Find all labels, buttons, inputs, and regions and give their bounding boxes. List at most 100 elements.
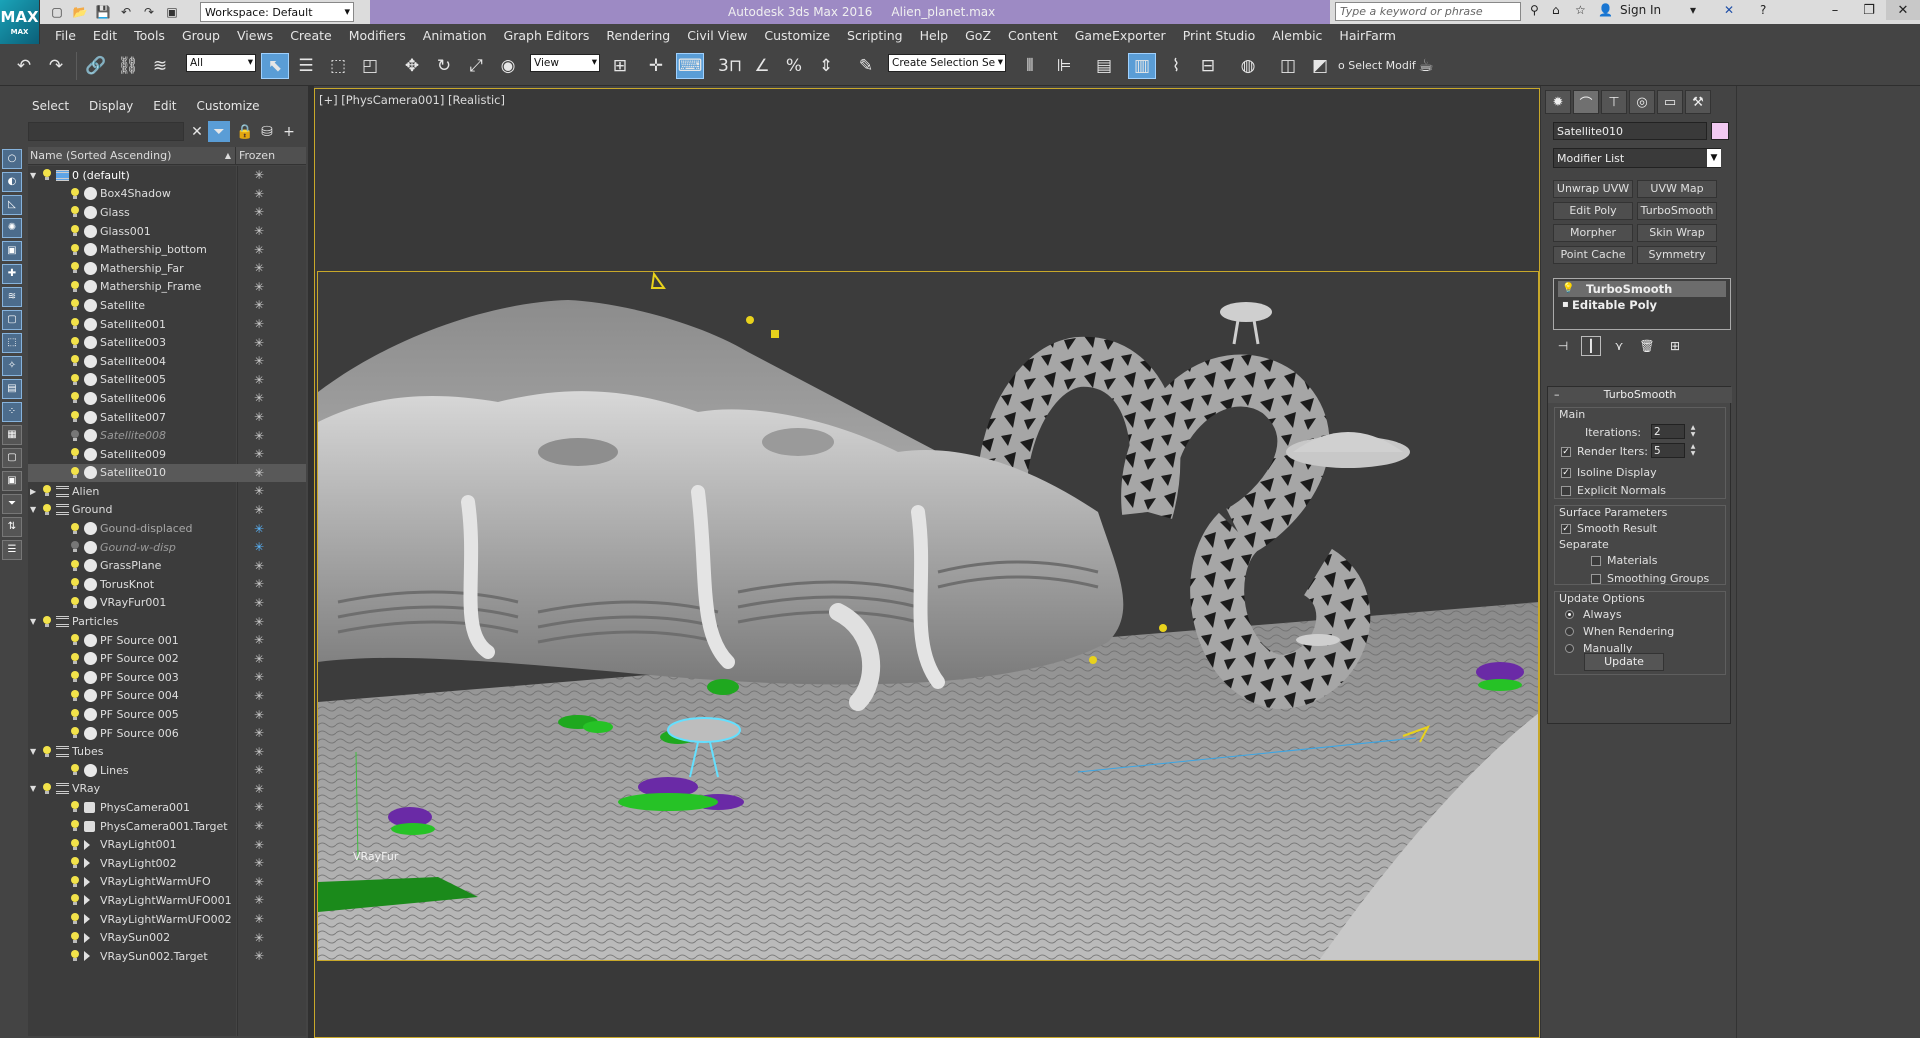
display-frozen-icon[interactable]: ▦ <box>2 425 22 445</box>
window-crossing-icon[interactable]: ◰ <box>356 53 384 79</box>
menu-scripting[interactable]: Scripting <box>847 28 903 43</box>
bulb-icon[interactable]: 💡 <box>1562 283 1574 294</box>
visibility-bulb-icon[interactable] <box>70 355 80 367</box>
freeze-toggle-icon[interactable]: ✳ <box>254 689 264 703</box>
visibility-bulb-icon[interactable] <box>70 671 80 683</box>
viewport[interactable]: [+] [PhysCamera001] [Realistic] VRayFur <box>314 88 1540 1038</box>
utilities-tab-icon[interactable]: ⚒ <box>1685 90 1711 114</box>
expand-icon[interactable]: ▪ <box>1562 299 1569 310</box>
display-geometry-icon[interactable]: ◐ <box>2 172 22 192</box>
collapse-icon[interactable]: ▼ <box>30 747 40 756</box>
object-row[interactable]: VRayLightWarmUFO001 ✳ <box>28 891 306 910</box>
expand-icon[interactable]: ▶ <box>30 487 40 496</box>
redo-icon[interactable]: ↷ <box>42 53 70 79</box>
spinner-snap-icon[interactable]: ⇕ <box>812 53 840 79</box>
object-row[interactable]: PhysCamera001 ✳ <box>28 798 306 817</box>
menu-edit[interactable]: Edit <box>93 28 117 43</box>
render-teapot-icon[interactable]: ☕ <box>1412 53 1440 79</box>
toggle-scene-explorer-icon[interactable]: ▤ <box>1090 53 1118 79</box>
visibility-bulb-icon[interactable] <box>42 485 52 497</box>
freeze-toggle-icon[interactable]: ✳ <box>254 503 264 517</box>
toggle-layer-explorer-icon[interactable]: ▥ <box>1128 53 1156 79</box>
freeze-toggle-icon[interactable]: ✳ <box>254 168 264 182</box>
select-by-name-icon[interactable]: ☰ <box>292 53 320 79</box>
explorer-menu-display[interactable]: Display <box>89 99 133 113</box>
visibility-bulb-icon[interactable] <box>70 299 80 311</box>
configure-modifier-sets-icon[interactable]: ⊞ <box>1665 336 1685 356</box>
manually-radio[interactable] <box>1565 644 1574 653</box>
layer-row[interactable]: ▼ Particles ✳ <box>28 612 306 631</box>
visibility-bulb-icon[interactable] <box>70 187 80 200</box>
isoline-display-checkbox[interactable]: ✓ <box>1561 468 1571 478</box>
object-row[interactable]: GrassPlane ✳ <box>28 556 306 575</box>
remove-modifier-icon[interactable]: 🗑 <box>1637 336 1657 356</box>
visibility-bulb-icon[interactable] <box>70 634 80 646</box>
menu-graph-editors[interactable]: Graph Editors <box>504 28 590 43</box>
freeze-toggle-icon[interactable]: ✳ <box>254 447 264 461</box>
visibility-bulb-icon[interactable] <box>70 801 80 813</box>
visibility-bulb-icon[interactable] <box>70 578 80 590</box>
object-row[interactable]: VRayLight001 ✳ <box>28 835 306 854</box>
visibility-bulb-icon[interactable] <box>70 225 80 237</box>
freeze-toggle-icon[interactable]: ✳ <box>254 708 264 722</box>
visibility-bulb-icon[interactable] <box>70 689 80 702</box>
modify-tab-icon[interactable]: ⌒ <box>1573 90 1599 114</box>
display-particles-icon[interactable]: ⁘ <box>2 402 22 422</box>
menu-civil-view[interactable]: Civil View <box>687 28 747 43</box>
visibility-bulb-icon[interactable] <box>70 336 80 349</box>
menu-print-studio[interactable]: Print Studio <box>1183 28 1256 43</box>
visibility-bulb-icon[interactable] <box>70 559 80 572</box>
help-icon[interactable]: ? <box>1760 3 1766 17</box>
object-row[interactable]: PF Source 004 ✳ <box>28 687 306 706</box>
visibility-bulb-icon[interactable] <box>70 950 80 962</box>
open-file-icon[interactable]: 📂 <box>71 3 89 20</box>
visibility-bulb-icon[interactable] <box>42 169 52 181</box>
visibility-bulb-icon[interactable] <box>42 503 52 516</box>
visibility-bulb-icon[interactable] <box>70 913 80 925</box>
display-helpers-icon[interactable]: ✚ <box>2 264 22 284</box>
object-row[interactable]: Lines ✳ <box>28 761 306 780</box>
viewport-label[interactable]: [+] [PhysCamera001] [Realistic] <box>319 93 505 107</box>
collapse-icon[interactable]: ▼ <box>30 171 40 180</box>
object-name-field[interactable]: Satellite010 <box>1553 122 1707 140</box>
freeze-toggle-icon[interactable]: ✳ <box>254 261 264 275</box>
rollout-title[interactable]: TurboSmooth <box>1548 387 1732 403</box>
stack-item-turbosmooth[interactable]: 💡 TurboSmooth <box>1558 281 1726 297</box>
selection-filter-dropdown[interactable]: All <box>186 54 256 72</box>
render-setup-icon[interactable]: ◫ <box>1274 53 1302 79</box>
user-icon[interactable]: 👤 <box>1598 3 1613 17</box>
explorer-menu-select[interactable]: Select <box>32 99 69 113</box>
new-file-icon[interactable]: ▢ <box>48 3 66 20</box>
mirror-icon[interactable]: ⫴ <box>1016 53 1044 79</box>
curve-editor-icon[interactable]: ⌇ <box>1162 53 1190 79</box>
object-row[interactable]: Glass ✳ <box>28 203 306 222</box>
spinner-arrows-icon[interactable]: ▲ ▼ <box>1689 443 1697 458</box>
freeze-toggle-icon[interactable]: ✳ <box>254 893 264 907</box>
display-shapes-icon[interactable]: ◺ <box>2 195 22 215</box>
object-row[interactable]: Mathership_Far ✳ <box>28 259 306 278</box>
named-selection-sets-dropdown[interactable]: Create Selection Se <box>888 54 1006 72</box>
freeze-toggle-icon[interactable]: ✳ <box>254 819 264 833</box>
freeze-toggle-icon[interactable]: ✳ <box>254 856 264 870</box>
freeze-toggle-icon[interactable]: ✳ <box>254 559 264 573</box>
freeze-toggle-icon[interactable]: ✳ <box>254 596 264 610</box>
app-menu-button[interactable]: MAX MAX <box>0 0 40 44</box>
freeze-toggle-icon[interactable]: ✳ <box>254 577 264 591</box>
visibility-bulb-icon[interactable] <box>70 764 80 776</box>
visibility-bulb-icon[interactable] <box>70 708 80 721</box>
freeze-toggle-icon[interactable]: ✳ <box>254 522 264 536</box>
freeze-toggle-icon[interactable]: ✳ <box>254 931 264 945</box>
rotate-icon[interactable]: ↻ <box>430 53 458 79</box>
visibility-bulb-icon[interactable] <box>70 429 80 442</box>
display-cameras-icon[interactable]: ▣ <box>2 241 22 261</box>
pin-stack-icon[interactable]: ⊣ <box>1553 336 1573 356</box>
always-radio[interactable] <box>1565 610 1574 619</box>
filter-icon[interactable]: ⏷ <box>208 121 230 142</box>
edit-poly-button[interactable]: Edit Poly <box>1553 202 1633 220</box>
bind-space-warp-icon[interactable]: ≋ <box>146 53 174 79</box>
freeze-toggle-icon[interactable]: ✳ <box>254 280 264 294</box>
lock-icon[interactable]: 🔒 <box>234 121 256 142</box>
new-layer-icon[interactable]: ⛁ <box>256 121 278 142</box>
freeze-toggle-icon[interactable]: ✳ <box>254 466 264 480</box>
reference-coordinate-dropdown[interactable]: View <box>530 54 600 72</box>
